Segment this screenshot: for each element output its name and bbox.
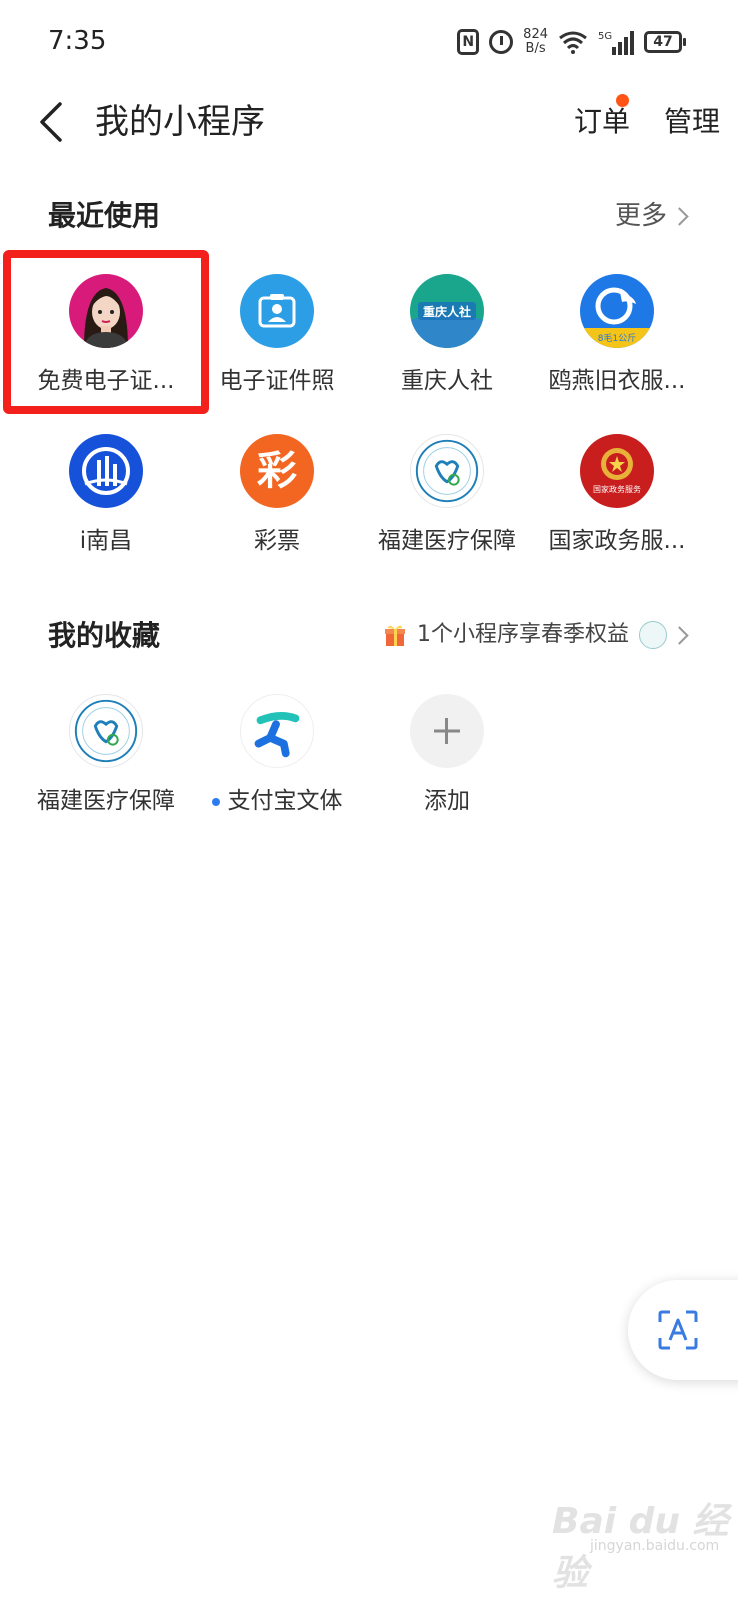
status-icons: N 824 B/s 5G 47	[457, 22, 686, 62]
app-label: 重庆人社	[401, 368, 493, 394]
promo-text: 1个小程序享春季权益	[417, 622, 629, 647]
header: 我的小程序 订单 管理	[0, 84, 738, 194]
fujian-medical-icon	[410, 434, 484, 508]
chongqing-hrss-icon-text: 重庆人社	[423, 304, 471, 319]
lottery-icon: 彩	[240, 434, 314, 508]
status-time: 7:35	[48, 26, 107, 56]
app-label: 鸥燕旧衣服...	[548, 368, 686, 394]
national-emblem-icon-text: 国家政务服务	[593, 484, 641, 494]
new-indicator-dot	[211, 797, 220, 806]
net-speed-unit: B/s	[525, 41, 546, 56]
alarm-icon	[489, 30, 514, 54]
chevron-right-icon	[670, 625, 689, 645]
national-emblem-icon: 国家政务服务	[580, 434, 654, 508]
app-label: 电子证件照	[219, 368, 335, 394]
chongqing-hrss-icon: 重庆人社	[410, 274, 484, 348]
bird-logo-icon: 8毛1公斤	[580, 274, 654, 348]
favorite-item-fujian-medical[interactable]: 福建医疗保障	[21, 694, 191, 818]
app-item-chongqing-hrss[interactable]: 重庆人社 重庆人社	[362, 274, 532, 398]
id-photo-icon	[240, 274, 314, 348]
add-favorite-button[interactable]: 添加	[362, 694, 532, 818]
network-label: 5G	[598, 31, 612, 42]
favorites-section-title: 我的收藏	[48, 619, 161, 652]
app-label: 彩票	[254, 528, 300, 554]
manage-button[interactable]: 管理	[664, 102, 720, 142]
fujian-medical-icon	[69, 694, 143, 768]
more-link[interactable]: 更多	[614, 196, 689, 236]
app-item-e-id-photo[interactable]: 电子证件照	[192, 274, 362, 398]
bird-logo-icon-text: 8毛1公斤	[598, 332, 636, 344]
battery-icon: 47	[644, 31, 686, 53]
app-item-lottery[interactable]: 彩 彩票	[192, 434, 362, 558]
plus-icon	[410, 694, 484, 768]
app-label: i南昌	[79, 528, 133, 554]
chevron-right-icon	[670, 206, 689, 226]
orders-notification-dot	[616, 94, 629, 107]
wifi-icon	[559, 31, 587, 54]
app-label-wrapper: 支付宝文体	[192, 784, 362, 818]
orders-button[interactable]: 订单	[574, 102, 630, 142]
scan-text-button[interactable]	[628, 1280, 738, 1380]
more-label: 更多	[614, 201, 667, 231]
app-item-fujian-medical[interactable]: 福建医疗保障	[362, 434, 532, 558]
running-person-icon	[240, 694, 314, 768]
status-bar: 7:35 N 824 B/s 5G 47	[0, 0, 738, 84]
page-title: 我的小程序	[95, 102, 265, 142]
app-item-ouyan-clothes[interactable]: 8毛1公斤 鸥燕旧衣服...	[532, 274, 702, 398]
scan-text-icon	[658, 1310, 698, 1350]
nfc-icon: N	[457, 29, 480, 55]
app-label: 福建医疗保障	[378, 528, 516, 554]
promo-logo-icon	[639, 621, 667, 649]
lottery-icon-text: 彩	[257, 448, 297, 494]
signal-icon: 5G	[598, 31, 634, 55]
gift-icon	[385, 625, 405, 646]
app-label: 国家政务服...	[548, 528, 686, 554]
back-arrow-icon[interactable]	[34, 98, 74, 146]
watermark-sub: jingyan.baidu.com	[590, 1538, 720, 1554]
app-item-national-gov[interactable]: 国家政务服务 国家政务服...	[532, 434, 702, 558]
app-label: 福建医疗保障	[37, 788, 175, 814]
highlight-box	[3, 250, 209, 414]
net-speed-value: 824	[523, 27, 548, 42]
net-speed: 824 B/s	[523, 28, 548, 56]
favorite-item-alipay-sports[interactable]: 支付宝文体	[192, 694, 362, 818]
bridge-logo-icon	[69, 434, 143, 508]
app-item-i-nanchang[interactable]: i南昌	[21, 434, 191, 558]
promo-link[interactable]: 1个小程序享春季权益	[383, 618, 689, 652]
app-label: 添加	[424, 788, 470, 814]
app-label: 支付宝文体	[227, 788, 343, 814]
recent-section-title: 最近使用	[48, 199, 161, 232]
